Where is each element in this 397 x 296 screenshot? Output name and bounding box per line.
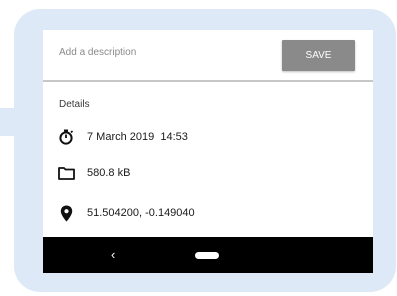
home-pill-icon[interactable] [195,252,219,259]
folder-icon [57,164,75,182]
date-row: 7 March 2019 14:53 [57,128,188,146]
details-heading: Details [59,99,90,110]
description-input[interactable] [59,47,259,58]
navigation-bar: ‹ [43,237,373,273]
file-size-text: 580.8 kB [87,167,131,179]
stopwatch-icon [57,128,75,146]
file-size-row: 580.8 kB [57,164,130,182]
date-text: 7 March 2019 14:53 [87,131,188,143]
callout-tail [0,108,44,136]
divider [43,80,373,82]
location-text: 51.504200, -0.149040 [87,207,195,219]
location-row: 51.504200, -0.149040 [57,204,195,222]
location-pin-icon [57,204,75,222]
save-button[interactable]: SAVE [282,40,355,71]
description-row: SAVE [43,30,373,80]
photo-details-panel: SAVE Details 7 March 2019 14:53 580.8 kB [43,30,373,273]
chevron-left-icon[interactable]: ‹ [111,246,115,264]
